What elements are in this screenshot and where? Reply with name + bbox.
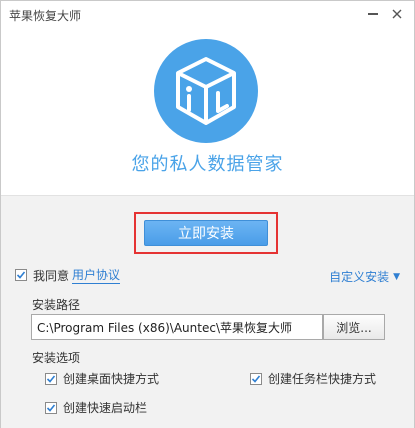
caret-down-icon: ▼ [393, 271, 400, 282]
close-icon [392, 9, 402, 19]
option-quick-launch[interactable]: 创建快速启动栏 [45, 399, 147, 416]
option-desktop-shortcut[interactable]: 创建桌面快捷方式 [45, 370, 159, 387]
slogan-text: 您的私人数据管家 [131, 154, 284, 175]
option-label: 创建任务栏快捷方式 [268, 372, 377, 386]
install-panel: 立即安装 我同意 用户协议 自定义安装 ▼ 安装路径 浏览... 安装选项 [1, 195, 414, 428]
install-now-button[interactable]: 立即安装 [144, 220, 268, 246]
checkmark-icon [46, 403, 56, 412]
install-path-input[interactable] [31, 314, 323, 340]
agree-checkbox[interactable] [15, 269, 27, 281]
minimize-button[interactable] [362, 4, 384, 24]
install-options-label: 安装选项 [32, 351, 81, 365]
custom-install-toggle[interactable]: 自定义安装 ▼ [329, 268, 400, 285]
install-button-highlight: 立即安装 [134, 212, 278, 254]
hero-section: 您的私人数据管家 [1, 29, 414, 195]
custom-install-label: 自定义安装 [329, 270, 390, 284]
checkmark-icon [46, 374, 56, 383]
option-taskbar-shortcut[interactable]: 创建任务栏快捷方式 [250, 370, 376, 387]
agree-label: 我同意 [33, 268, 70, 283]
agreement-row: 我同意 用户协议 [15, 266, 121, 284]
window-title: 苹果恢复大师 [9, 9, 82, 23]
taskbar-shortcut-checkbox[interactable] [250, 372, 262, 385]
desktop-shortcut-checkbox[interactable] [45, 372, 57, 385]
checkmark-icon [16, 271, 26, 279]
cube-i-logo-icon [154, 39, 258, 143]
installer-window: 苹果恢复大师 您的私人数据管家 立即安装 我同意 用户协议 自定义安装 ▼ 安装… [0, 0, 415, 428]
install-path-label: 安装路径 [32, 298, 81, 312]
close-button[interactable] [386, 4, 408, 24]
minimize-icon [368, 13, 378, 15]
user-agreement-link[interactable]: 用户协议 [72, 266, 121, 284]
checkmark-icon [251, 374, 261, 383]
quick-launch-checkbox[interactable] [45, 401, 57, 414]
title-bar: 苹果恢复大师 [1, 1, 414, 29]
option-label: 创建桌面快捷方式 [63, 372, 160, 386]
browse-button[interactable]: 浏览... [323, 314, 385, 340]
option-label: 创建快速启动栏 [63, 401, 148, 415]
